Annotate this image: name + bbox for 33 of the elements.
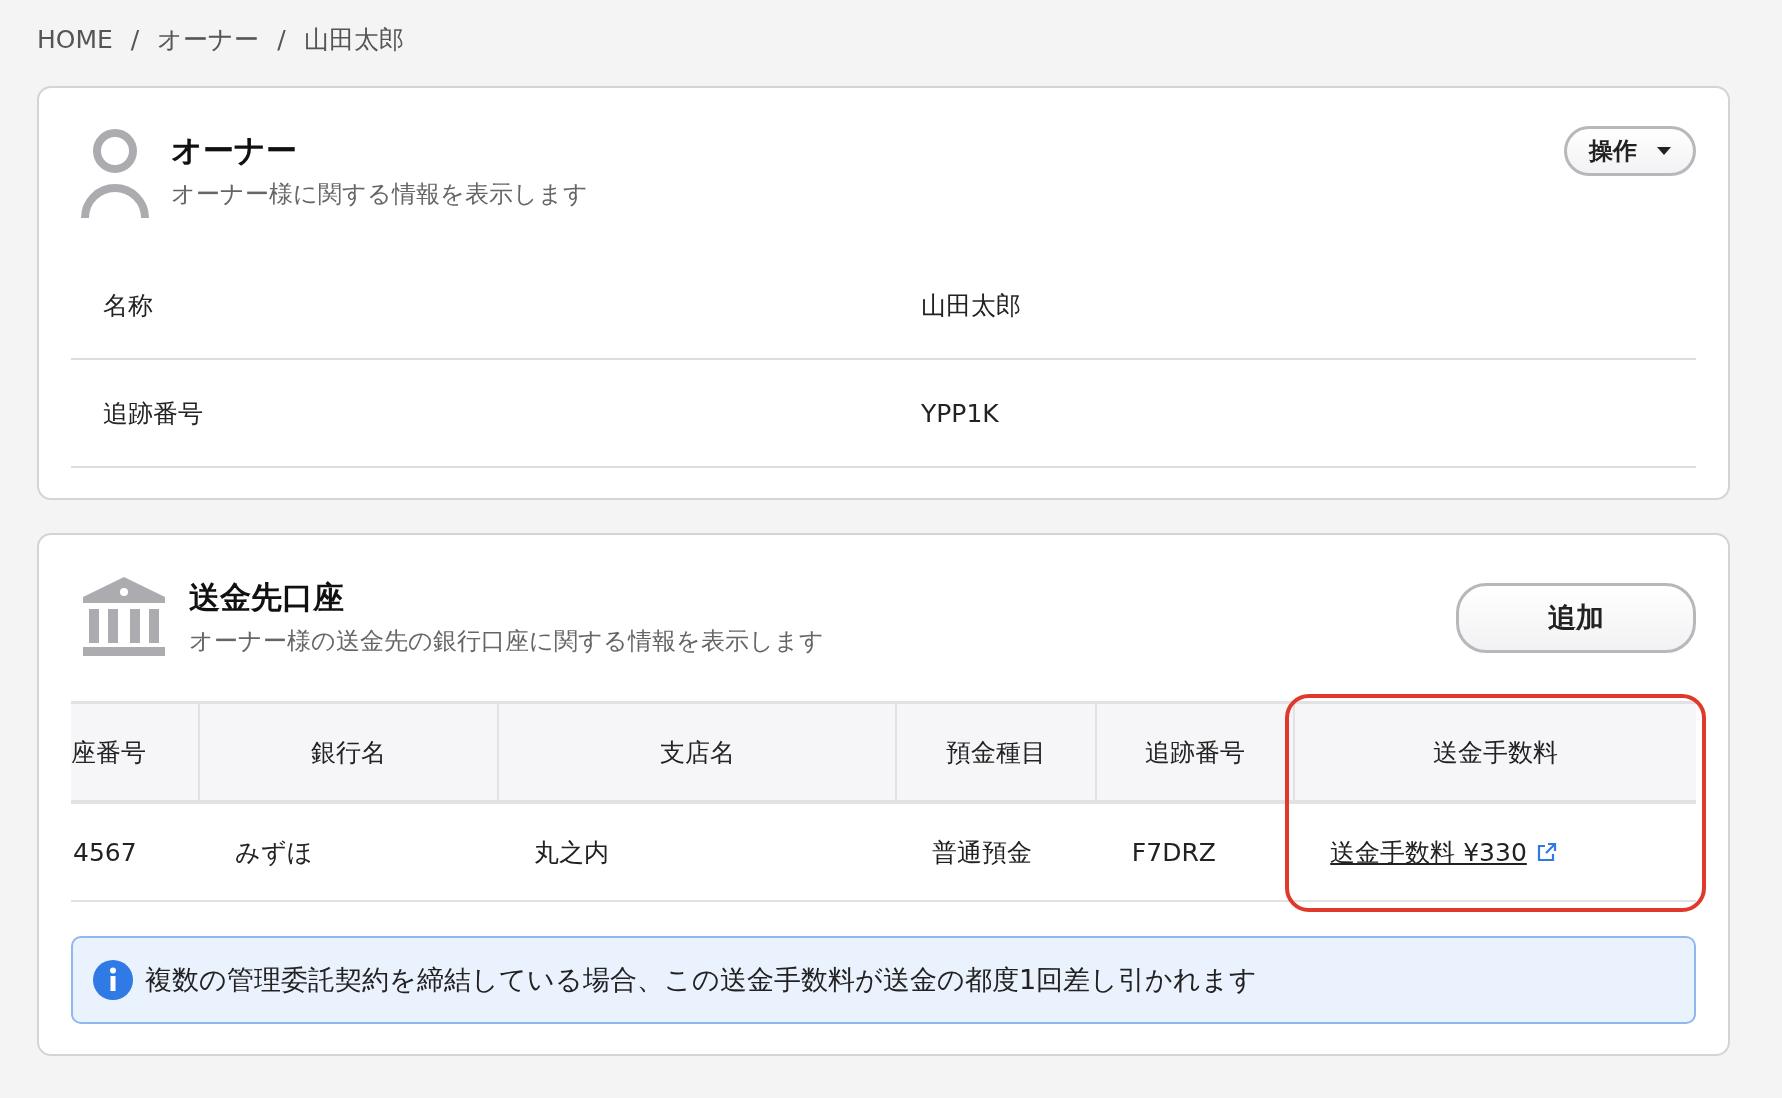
column-header: 追跡番号 bbox=[1096, 704, 1296, 804]
column-header: 送金手数料 bbox=[1295, 704, 1696, 804]
field-value: YPP1K bbox=[921, 398, 999, 428]
column-header: 支店名 bbox=[498, 704, 898, 804]
actions-dropdown-button[interactable]: 操作 bbox=[1564, 126, 1696, 176]
column-header: 預金種目 bbox=[897, 704, 1097, 804]
card-title: 送金先口座 bbox=[189, 578, 345, 617]
breadcrumb-item[interactable]: オーナー bbox=[157, 22, 260, 56]
bank-icon bbox=[81, 575, 167, 657]
card-subtitle: オーナー様に関する情報を表示します bbox=[171, 179, 589, 210]
card-subtitle: オーナー様の送金先の銀行口座に関する情報を表示します bbox=[189, 626, 825, 657]
breadcrumb-separator: / bbox=[277, 24, 286, 54]
external-link-icon bbox=[1536, 842, 1557, 862]
breadcrumb-separator: / bbox=[130, 24, 140, 54]
breadcrumb-item: 山田太郎 bbox=[303, 23, 404, 56]
caret-icon bbox=[1657, 147, 1671, 155]
column-header: 銀行名 bbox=[199, 704, 499, 804]
table-cell: みずほ bbox=[199, 804, 499, 902]
person-icon bbox=[81, 128, 149, 218]
table-cell: F7DRZ bbox=[1096, 804, 1296, 902]
field-label: 追跡番号 bbox=[103, 397, 204, 430]
table-cell: 丸之内 bbox=[498, 804, 898, 902]
info-icon bbox=[93, 960, 133, 1000]
breadcrumb-item[interactable]: HOME bbox=[37, 24, 113, 54]
notice-text: 複数の管理委託契約を締結している場合、この送金手数料が送金の都度1回差し引かれます bbox=[145, 963, 1258, 997]
card-title: オーナー bbox=[171, 131, 298, 170]
column-header: 座番号 bbox=[71, 704, 200, 804]
fee-link[interactable]: 送金手数料 ¥330 bbox=[1330, 835, 1557, 869]
field-label: 名称 bbox=[103, 289, 154, 322]
add-button[interactable]: 追加 bbox=[1456, 583, 1696, 653]
field-value: 山田太郎 bbox=[921, 289, 1021, 322]
table-cell: 普通預金 bbox=[897, 804, 1097, 902]
table-cell: 4567 bbox=[71, 804, 200, 902]
